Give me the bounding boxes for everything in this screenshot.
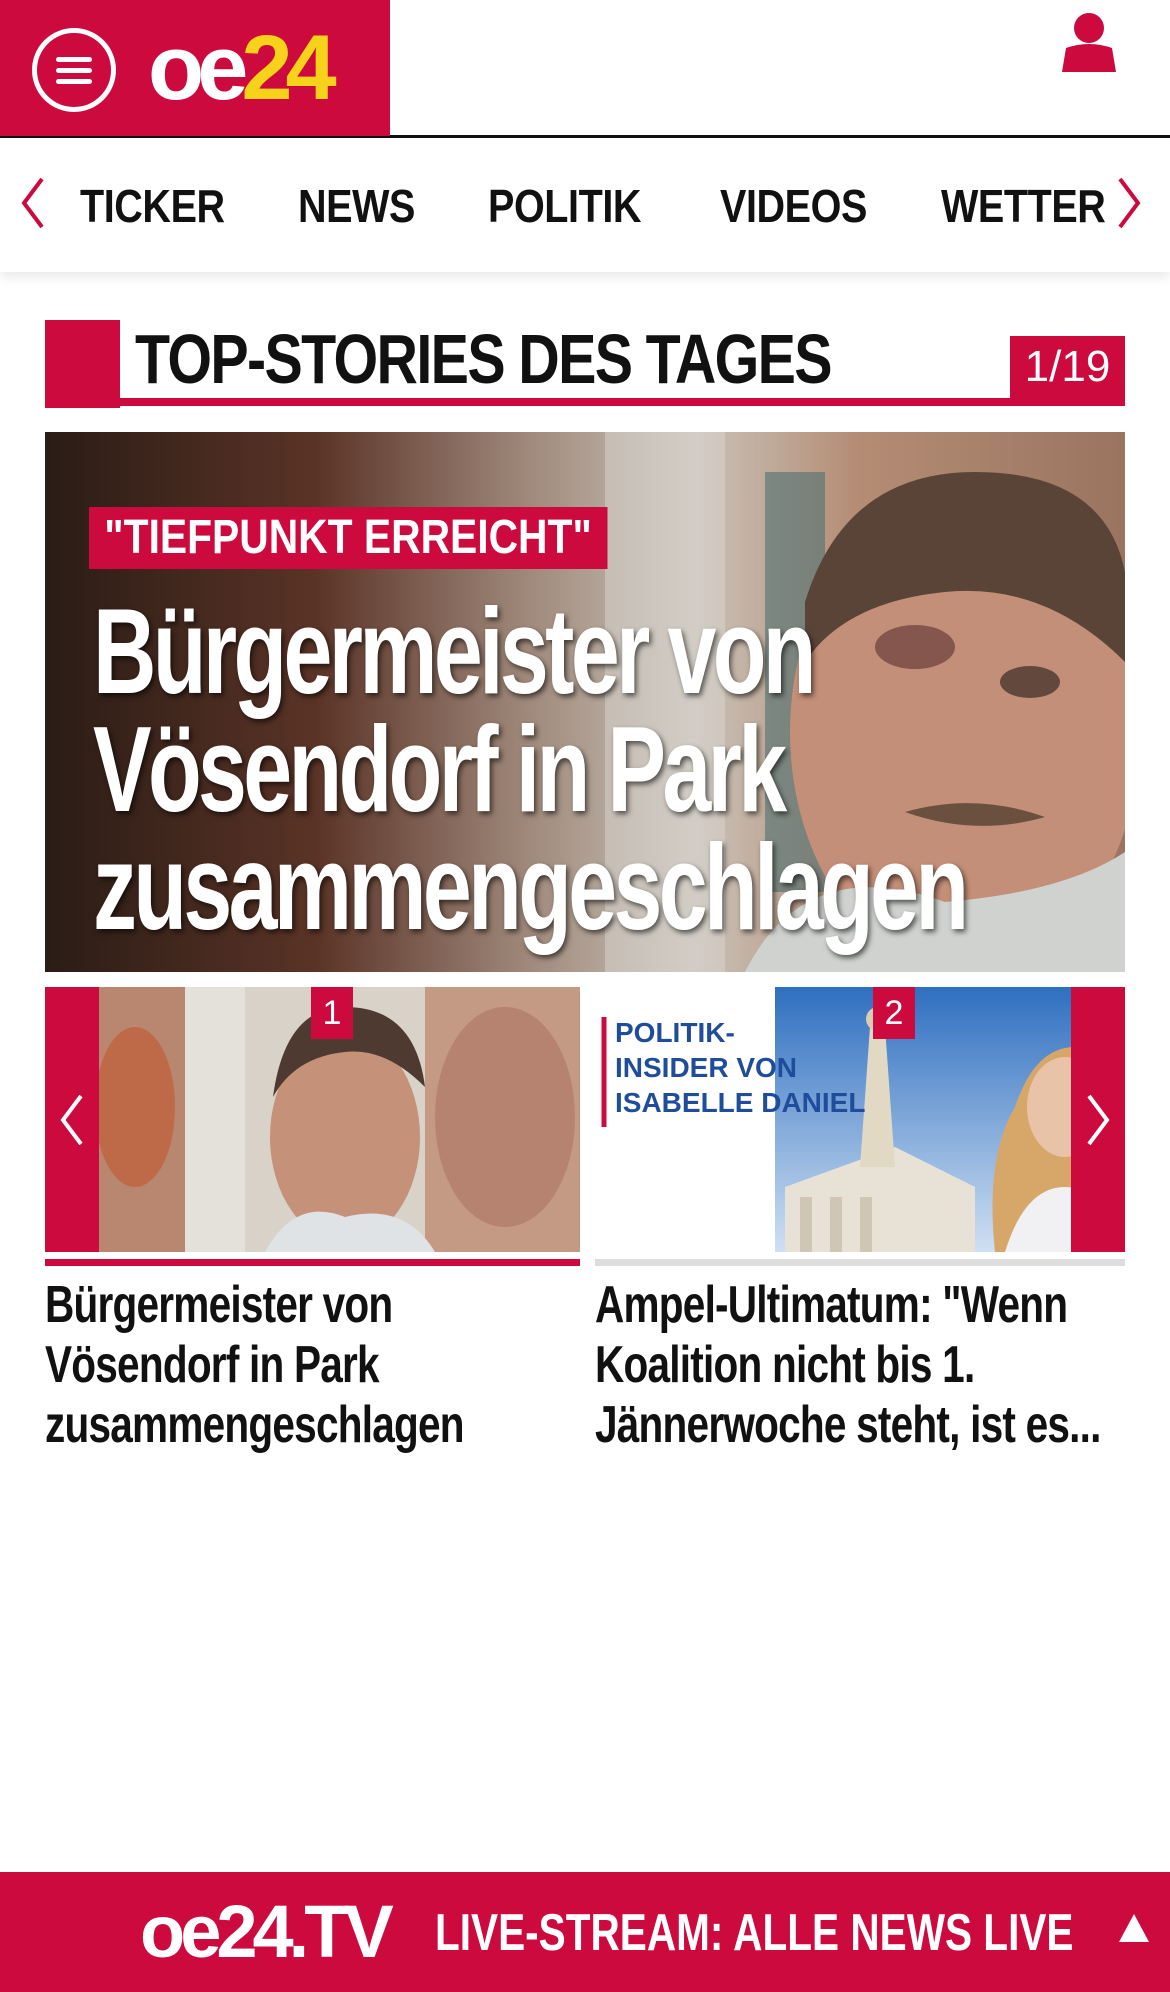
section-header: TOP-STORIES DES TAGES 1/19	[45, 320, 1125, 408]
triangle-up-icon[interactable]	[1117, 1912, 1151, 1944]
story-card-1-title[interactable]: Bürgermeister von Vösendorf in Park zusa…	[45, 1275, 465, 1455]
image-caption: ISABELLE DANIEL	[615, 1087, 865, 1118]
tv-logo: oe24.TV	[140, 1890, 394, 1973]
live-stream-text: LIVE-STREAM: ALLE NEWS LIVE	[435, 1904, 1074, 1962]
story-card-1-indicator	[45, 1259, 580, 1266]
nav-item-politik[interactable]: POLITIK	[488, 179, 641, 233]
story-card-2-image[interactable]: POLITIK- INSIDER VON ISABELLE DANIEL 2	[595, 987, 1125, 1252]
story-card-1-number: 1	[311, 987, 353, 1039]
nav-item-videos[interactable]: VIDEOS	[720, 179, 867, 233]
section-accent	[45, 320, 120, 408]
hero-headline: Bürgermeister von Vösendorf in Park zusa…	[93, 583, 969, 955]
story-carousel: 1 POLITIK- INSIDER VON ISABELLE DANIEL 2	[45, 987, 1125, 1266]
image-caption: POLITIK-	[615, 1017, 735, 1048]
slide-counter: 1/19	[1010, 336, 1125, 398]
nav-item-ticker[interactable]: TICKER	[80, 179, 225, 233]
chevron-right-icon[interactable]	[1114, 175, 1144, 231]
section-title: TOP-STORIES DES TAGES	[135, 320, 833, 398]
user-icon[interactable]	[1060, 12, 1118, 72]
carousel-prev-button[interactable]	[45, 987, 99, 1252]
story-card-2-number: 2	[873, 987, 915, 1039]
story-card-1-image[interactable]: 1	[45, 987, 580, 1252]
chevron-right-icon	[1087, 1094, 1110, 1146]
carousel-next-button[interactable]	[1071, 987, 1125, 1252]
image-caption: INSIDER VON	[615, 1052, 797, 1083]
section-underline	[45, 398, 1125, 406]
nav-item-wetter[interactable]: WETTER	[941, 179, 1106, 233]
site-header: oe24	[0, 0, 1170, 138]
site-logo[interactable]: oe24	[148, 18, 337, 118]
menu-icon[interactable]	[32, 28, 116, 112]
live-stream-banner[interactable]: oe24.TV LIVE-STREAM: ALLE NEWS LIVE	[0, 1872, 1170, 1992]
hero-kicker: "TIEFPUNKT ERREICHT"	[89, 507, 608, 569]
story-card-2-title[interactable]: Ampel-Ultimatum: "Wenn Koalition nicht b…	[595, 1275, 1101, 1455]
brand-box: oe24	[0, 0, 390, 136]
nav-item-news[interactable]: NEWS	[298, 179, 415, 233]
hero-story[interactable]: "TIEFPUNKT ERREICHT" Bürgermeister von V…	[45, 432, 1125, 972]
chevron-left-icon	[60, 1094, 83, 1146]
category-nav: TICKER NEWS POLITIK VIDEOS WETTER	[0, 139, 1170, 272]
story-card-2-indicator	[595, 1259, 1125, 1266]
chevron-left-icon[interactable]	[18, 175, 48, 231]
story-image: POLITIK- INSIDER VON ISABELLE DANIEL	[595, 987, 1125, 1252]
